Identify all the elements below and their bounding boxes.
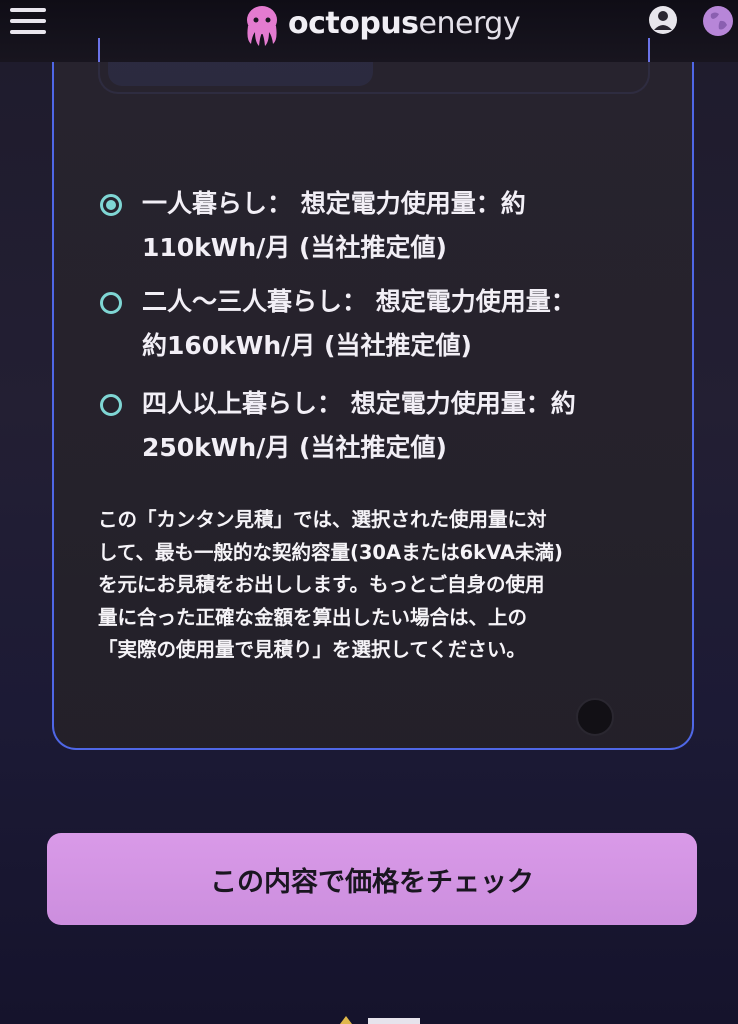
brand-wordmark: octopusenergy — [288, 6, 521, 41]
option-two-three[interactable]: 二人〜三人暮らし： 想定電力使用量： 約160kWh/月 (当社推定値) — [100, 280, 660, 370]
option-label: 四人以上暮らし： 想定電力使用量：約 250kWh/月 (当社推定値) — [142, 389, 576, 462]
estimate-note: この「カンタン見積」では、選択された使用量に対 して、最も一般的な契約容量(30… — [98, 508, 563, 661]
check-price-button[interactable]: この内容で価格をチェック — [47, 833, 697, 925]
option-label: 二人〜三人暮らし： 想定電力使用量： 約160kWh/月 (当社推定値) — [142, 287, 576, 360]
option-label: 一人暮らし： 想定電力使用量：約 110kWh/月 (当社推定値) — [142, 189, 526, 262]
radio-button[interactable] — [100, 394, 122, 416]
option-four-plus[interactable]: 四人以上暮らし： 想定電力使用量：約 250kWh/月 (当社推定値) — [100, 382, 660, 472]
menu-icon[interactable] — [10, 8, 46, 38]
user-icon[interactable] — [648, 5, 678, 35]
camera-reflection — [576, 698, 614, 736]
option-single[interactable]: 一人暮らし： 想定電力使用量：約 110kWh/月 (当社推定値) — [100, 182, 660, 272]
globe-icon[interactable] — [702, 5, 734, 37]
radio-button[interactable] — [100, 292, 122, 314]
radio-button-selected[interactable] — [100, 194, 122, 216]
footer-peek — [340, 1016, 420, 1024]
